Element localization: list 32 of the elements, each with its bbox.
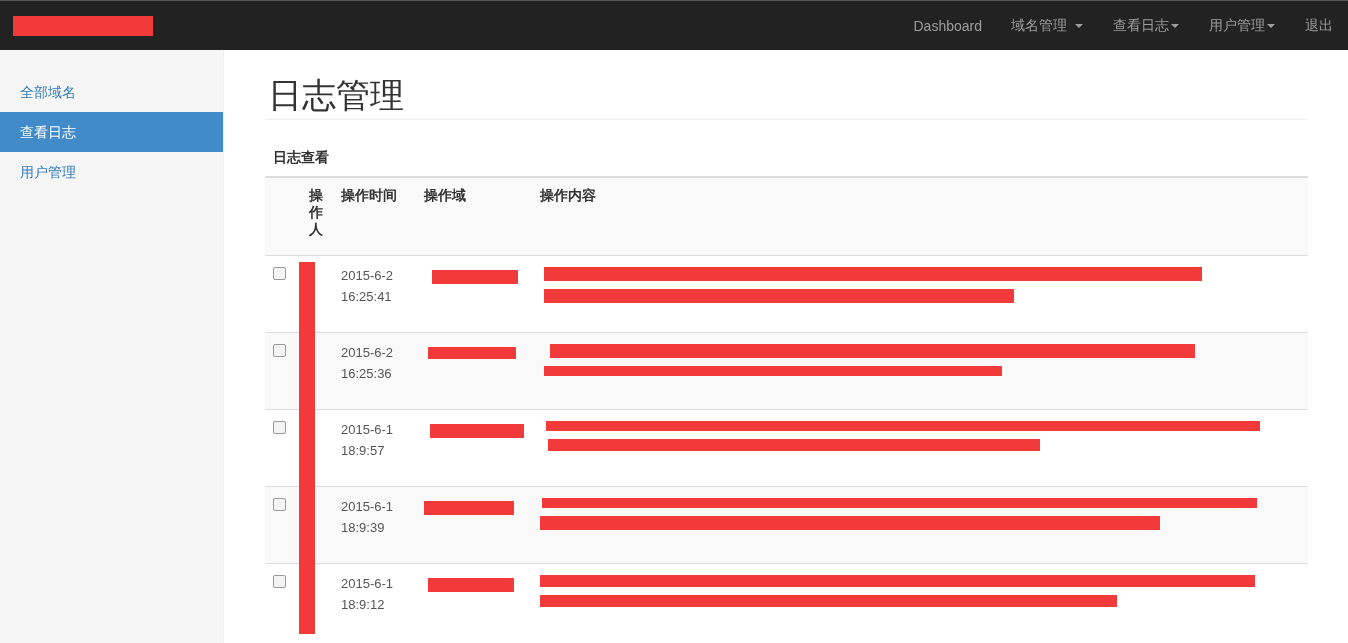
page-title: 日志管理 [265,50,1308,120]
table-cell-text: 2015-6-2 [341,344,395,362]
checkbox[interactable] [273,344,286,357]
column-header: 操作内容 [540,187,596,203]
caret-icon [1171,23,1179,28]
table-cell-text: 2015-6-1 [341,498,395,516]
checkbox[interactable] [273,421,286,434]
sidebar-item[interactable]: 查看日志 [0,112,223,152]
nav-link[interactable]: 查看日志 [1098,1,1194,50]
nav-link[interactable]: 用户管理 [1194,1,1290,50]
caret-icon [1075,23,1083,28]
column-header: 操作域 [424,187,466,203]
table-cell-text: 2015-6-1 [341,421,395,439]
nav-link[interactable]: 域名管理 [996,1,1098,50]
table-cell-text: 18:9:39 [341,519,386,537]
table-cell-text: 16:25:36 [341,365,393,383]
nav-link[interactable]: 退出 [1290,1,1348,50]
checkbox[interactable] [273,498,286,511]
column-header: 操作时间 [341,187,397,203]
section-title: 日志查看 [273,149,330,167]
table-cell-text: 16:25:41 [341,288,393,306]
checkbox[interactable] [273,267,286,280]
caret-icon [1267,23,1275,28]
table-cell-text: 18:9:57 [341,442,386,460]
column-header: 操作人 [309,187,323,238]
table-cell-text: 2015-6-1 [341,575,395,593]
checkbox[interactable] [273,575,286,588]
sidebar-item[interactable]: 全部域名 [0,72,223,112]
table-cell-text: 18:9:12 [341,596,386,614]
nav-link[interactable]: Dashboard [898,1,996,50]
sidebar-item[interactable]: 用户管理 [0,152,223,192]
table-cell-text: 2015-6-2 [341,267,395,285]
